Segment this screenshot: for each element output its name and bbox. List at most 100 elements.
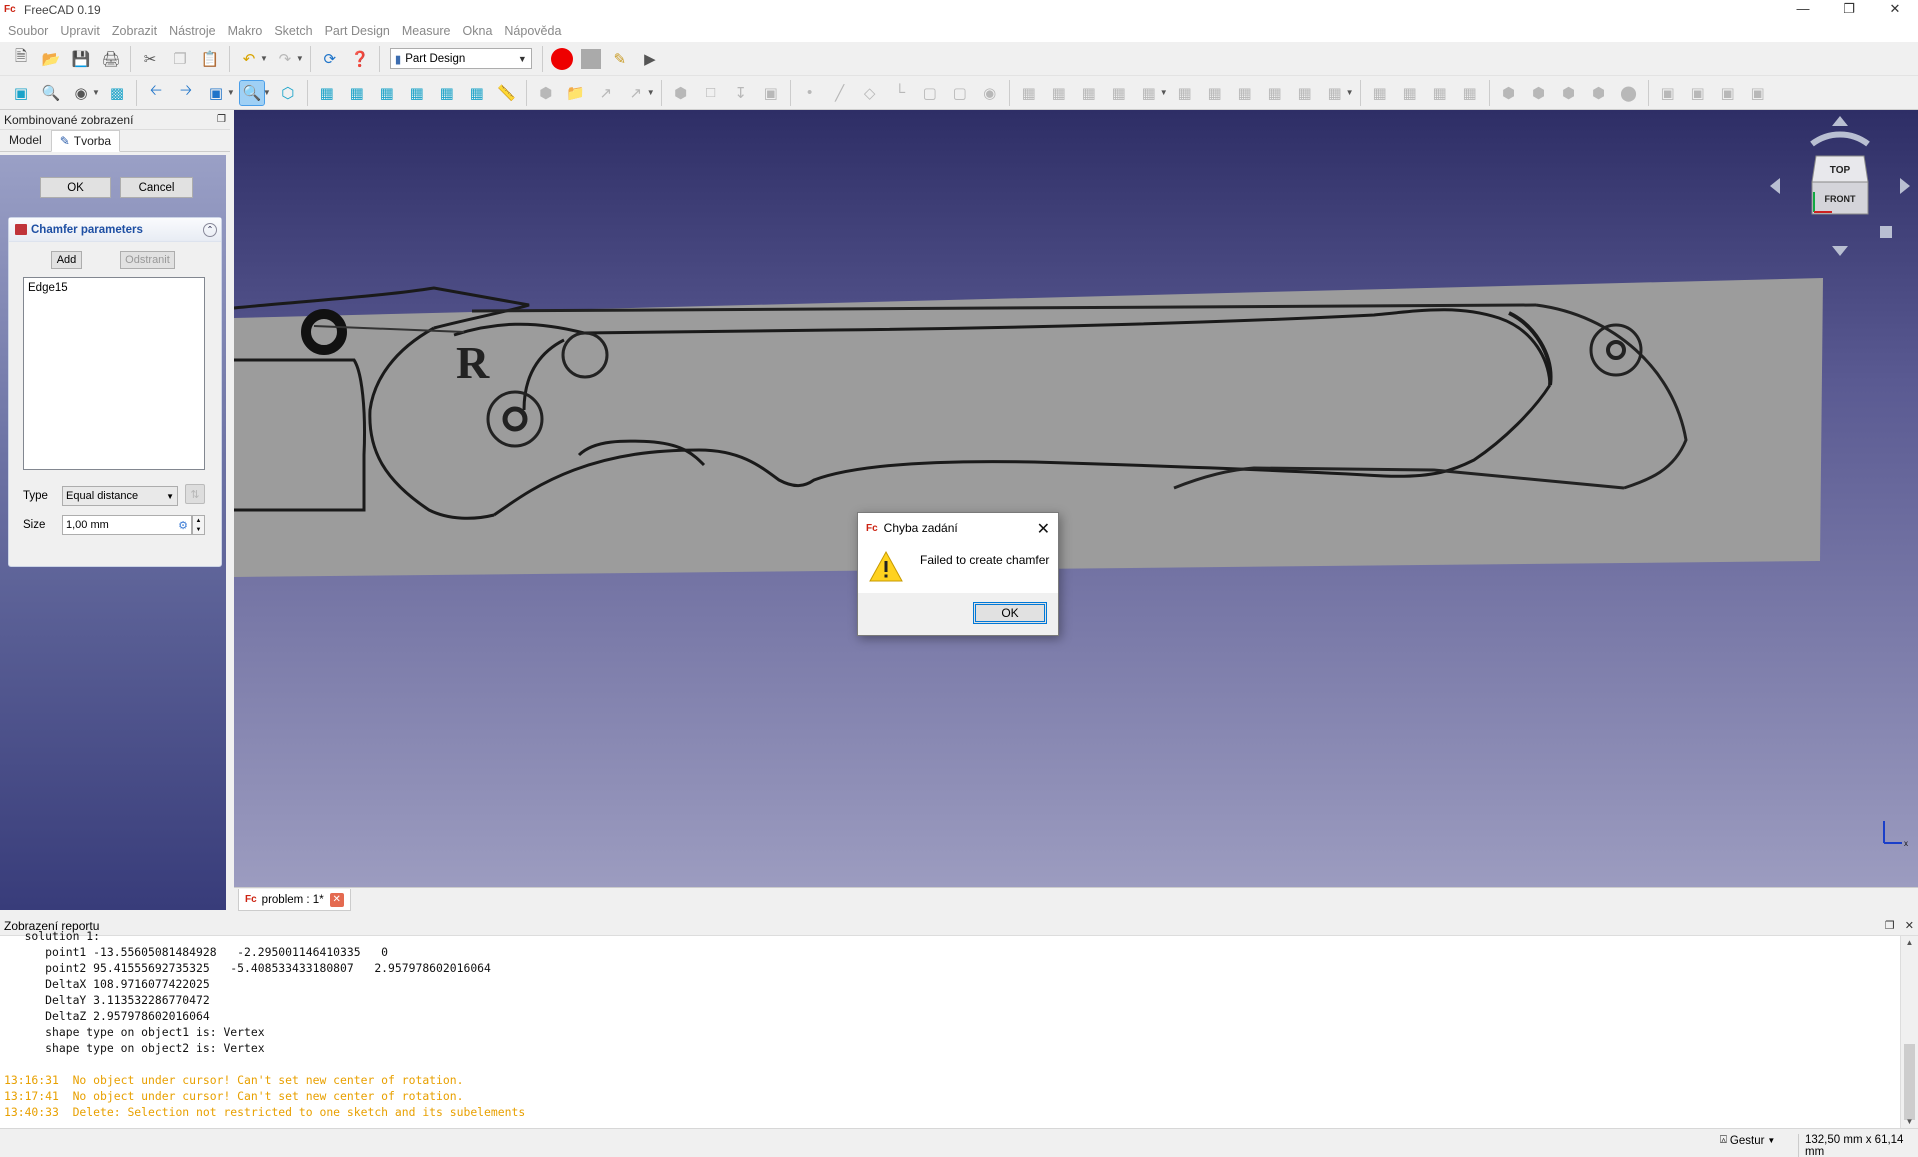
print-icon[interactable]: 🖨	[99, 47, 123, 71]
cut-icon[interactable]: ✂	[138, 47, 162, 71]
scroll-up-icon[interactable]: ▲	[1901, 938, 1918, 947]
fit-all-icon[interactable]: ▣	[9, 81, 33, 105]
macro-edit-icon[interactable]: ✎	[608, 47, 632, 71]
rotate-arc-icon[interactable]	[1810, 131, 1870, 147]
loft-icon[interactable]: ▦	[1077, 81, 1101, 105]
sync-view-icon[interactable]: ▣	[204, 81, 228, 105]
dialog-ok-button[interactable]: OK	[973, 602, 1047, 624]
copy-icon[interactable]: ❐	[168, 47, 192, 71]
link-icon[interactable]: ↗	[594, 81, 618, 105]
pad-icon[interactable]: ▦	[1017, 81, 1041, 105]
subtractive-dropdown-icon[interactable]: ▼	[1346, 88, 1354, 97]
minimize-button[interactable]: —	[1780, 0, 1826, 20]
body-icon[interactable]: ⬢	[534, 81, 558, 105]
groove-icon[interactable]: ▦	[1233, 81, 1257, 105]
undock-icon[interactable]: ❐	[217, 114, 226, 125]
undo-icon[interactable]: ↶	[237, 47, 261, 71]
list-item[interactable]: Edge15	[28, 282, 200, 294]
group-icon[interactable]: 📁	[564, 81, 588, 105]
edge-list[interactable]: Edge15	[23, 277, 205, 470]
menu-zobrazit[interactable]: Zobrazit	[106, 24, 163, 38]
link-actions-icon[interactable]: ↗	[624, 81, 648, 105]
isometric-view-icon[interactable]: ⬡	[276, 81, 300, 105]
menu-part-design[interactable]: Part Design	[319, 24, 396, 38]
local-coordinate-icon[interactable]: └	[888, 81, 912, 105]
front-view-icon[interactable]: ▦	[315, 81, 339, 105]
new-document-icon[interactable]: 🗎	[9, 47, 33, 71]
subtractive-loft-icon[interactable]: ▦	[1263, 81, 1287, 105]
navigation-cube[interactable]: TOP FRONT	[1770, 116, 1910, 256]
draft-icon[interactable]: ⬢	[1557, 81, 1581, 105]
link-dropdown-icon[interactable]: ▼	[647, 88, 655, 97]
bottom-view-icon[interactable]: ▦	[435, 81, 459, 105]
task-cancel-button[interactable]: Cancel	[120, 177, 193, 198]
pipe-icon[interactable]: ▦	[1107, 81, 1131, 105]
stepper-up-icon[interactable]: ▲	[196, 518, 202, 524]
menu-makro[interactable]: Makro	[222, 24, 269, 38]
revolution-icon[interactable]: ▦	[1047, 81, 1071, 105]
draw-style-icon[interactable]: ◉	[69, 81, 93, 105]
document-tab[interactable]: Fc problem : 1* ✕	[238, 889, 351, 911]
helix-icon[interactable]: ▦	[1137, 81, 1161, 105]
menu-okna[interactable]: Okna	[457, 24, 499, 38]
subtractive-primitive-icon[interactable]: ▦	[1323, 81, 1347, 105]
undo-dropdown-icon[interactable]: ▼	[260, 54, 268, 63]
macro-run-icon[interactable]: ▶	[638, 47, 662, 71]
clone-icon[interactable]: ◉	[978, 81, 1002, 105]
create-sketch-icon[interactable]: □	[699, 81, 723, 105]
create-body-icon[interactable]: ⬢	[669, 81, 693, 105]
pocket-icon[interactable]: ▦	[1173, 81, 1197, 105]
refresh-icon[interactable]: ⟳	[318, 47, 342, 71]
hole-icon[interactable]: ▦	[1203, 81, 1227, 105]
validate-sketch-icon[interactable]: ▣	[759, 81, 783, 105]
remove-edge-button[interactable]: Odstranit	[120, 251, 175, 269]
tab-model[interactable]: Model	[0, 129, 51, 151]
menu-sketch[interactable]: Sketch	[268, 24, 318, 38]
bounding-box-icon[interactable]: ▩	[105, 81, 129, 105]
macro-record-icon[interactable]	[550, 47, 573, 70]
expression-icon[interactable]: ⚙	[178, 519, 188, 532]
measure-linear-icon[interactable]: ▣	[1656, 81, 1680, 105]
fit-selection-icon[interactable]: 🔍	[39, 81, 63, 105]
workbench-selector[interactable]: ▮ Part Design ▼	[389, 48, 532, 69]
restore-button[interactable]: ❐	[1826, 0, 1872, 20]
save-icon[interactable]: 💾	[69, 47, 93, 71]
arrow-up-icon[interactable]	[1832, 116, 1848, 126]
close-tab-icon[interactable]: ✕	[329, 892, 344, 907]
sync-view-dropdown-icon[interactable]: ▼	[227, 88, 235, 97]
report-log[interactable]: solution 1: point1 -13.55605081484928 -2…	[0, 928, 1900, 1128]
scroll-down-icon[interactable]: ▼	[1901, 1117, 1918, 1126]
navigation-style[interactable]: ⍓ Gestur ▼	[1720, 1134, 1775, 1147]
type-select[interactable]: Equal distance ▼	[62, 486, 178, 506]
knife-sketch-image[interactable]: R	[234, 110, 1918, 887]
view-menu-icon[interactable]	[1880, 226, 1892, 238]
subtractive-pipe-icon[interactable]: ▦	[1293, 81, 1317, 105]
paste-icon[interactable]: 📋	[198, 47, 222, 71]
task-ok-button[interactable]: OK	[40, 177, 111, 198]
attach-sketch-icon[interactable]: ↧	[729, 81, 753, 105]
primitive-dropdown-icon[interactable]: ▼	[1160, 88, 1168, 97]
menu-soubor[interactable]: Soubor	[2, 24, 54, 38]
whats-this-icon[interactable]: ❓	[348, 47, 372, 71]
zoom-dropdown-icon[interactable]: ▼	[263, 88, 271, 97]
datum-line-icon[interactable]: ╱	[828, 81, 852, 105]
tab-tvorba[interactable]: ✎ Tvorba	[50, 130, 121, 152]
measure-angular-icon[interactable]: ▣	[1686, 81, 1710, 105]
thickness-icon[interactable]: ⬢	[1587, 81, 1611, 105]
zoom-icon[interactable]: 🔍	[238, 79, 265, 106]
back-arrow-icon[interactable]: 🡠	[144, 81, 168, 105]
size-input[interactable]: 1,00 mm ⚙	[62, 515, 192, 535]
draw-style-dropdown-icon[interactable]: ▼	[92, 88, 100, 97]
close-icon[interactable]: ✕	[1905, 919, 1914, 932]
3d-viewport[interactable]: R TOP FRONT x	[234, 110, 1918, 887]
chamfer-icon[interactable]: ⬢	[1527, 81, 1551, 105]
rear-view-icon[interactable]: ▦	[405, 81, 429, 105]
left-view-icon[interactable]: ▦	[465, 81, 489, 105]
collapse-icon[interactable]: ⌃	[203, 222, 217, 237]
dialog-close-icon[interactable]: ✕	[1037, 519, 1050, 539]
redo-dropdown-icon[interactable]: ▼	[296, 54, 304, 63]
polar-pattern-icon[interactable]: ▦	[1428, 81, 1452, 105]
size-stepper[interactable]: ▲ ▼	[192, 515, 205, 535]
datum-point-icon[interactable]: •	[798, 81, 822, 105]
flip-direction-icon[interactable]: ⇅	[185, 484, 205, 504]
